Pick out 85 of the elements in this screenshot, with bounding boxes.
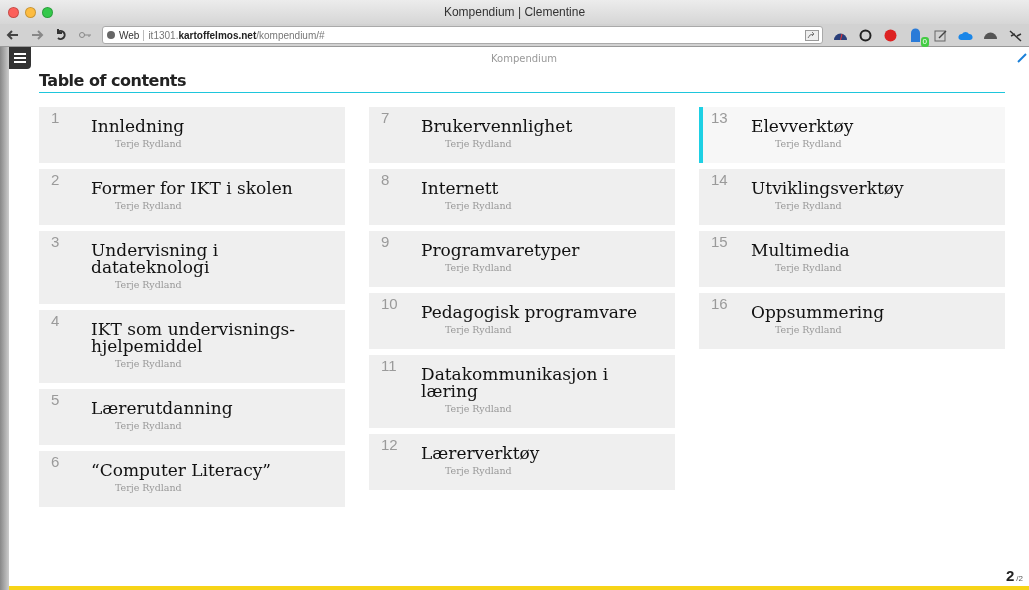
chapter-title: Utviklingsverktøy: [751, 180, 905, 197]
page-header: Kompendium: [491, 52, 557, 64]
chapter-number: 5: [51, 392, 60, 407]
chapter-title: Innledning: [91, 118, 186, 135]
chapter-number: 10: [381, 296, 398, 311]
chapter-card[interactable]: 13 Elevverktøy Terje Rydland: [699, 107, 1005, 163]
chapter-title: Undervisning i datateknologi: [91, 242, 220, 276]
chapter-card[interactable]: 1 Innledning Terje Rydland: [39, 107, 345, 163]
chapter-card[interactable]: 2 Former for IKT i skolen Terje Rydland: [39, 169, 345, 225]
chapter-number: 13: [711, 110, 728, 125]
chapter-card[interactable]: 15 Multimedia Terje Rydland: [699, 231, 1005, 287]
chapter-number: 8: [381, 172, 390, 187]
chapter-author: Terje Rydland: [115, 200, 182, 211]
chapter-card[interactable]: 6 “Computer Literacy” Terje Rydland: [39, 451, 345, 507]
stop-sign-icon[interactable]: [883, 27, 898, 43]
chapter-author: Terje Rydland: [445, 138, 512, 149]
chapter-card[interactable]: 16 Oppsummering Terje Rydland: [699, 293, 1005, 349]
chapter-title: Programvaretyper: [421, 242, 581, 259]
chapter-number: 4: [51, 313, 60, 328]
chapter-number: 15: [711, 234, 728, 249]
chapter-number: 14: [711, 172, 728, 187]
chapter-author: Terje Rydland: [445, 403, 512, 414]
chapter-title: Internett: [421, 180, 500, 197]
chapter-title: Oppsummering: [751, 304, 886, 321]
address-bar[interactable]: Web it1301.kartoffelmos.net/kompendium/#: [102, 26, 823, 44]
page-total: /2: [1016, 574, 1023, 583]
share-icon[interactable]: [805, 29, 819, 41]
chapter-card[interactable]: 11 Datakommunikasjon i læring Terje Rydland: [369, 355, 675, 428]
chapter-title: “Computer Literacy”: [91, 462, 272, 479]
chapter-card[interactable]: 12 Lærerverktøy Terje Rydland: [369, 434, 675, 490]
chapter-author: Terje Rydland: [775, 200, 842, 211]
chapter-author: Terje Rydland: [445, 465, 512, 476]
chapter-author: Terje Rydland: [775, 324, 842, 335]
maximize-icon[interactable]: [42, 6, 53, 18]
current-page: 2: [1006, 567, 1015, 584]
chapter-card[interactable]: 4 IKT som undervisnings-hjelpemiddel Terje Rydland: [39, 310, 345, 383]
chapter-card[interactable]: 14 Utviklingsverktøy Terje Rydland: [699, 169, 1005, 225]
contents-heading: Table of contents: [39, 71, 1005, 93]
chapter-title: Lærerutdanning: [91, 400, 234, 417]
chapter-author: Terje Rydland: [445, 262, 512, 273]
chapter-author: Terje Rydland: [115, 358, 182, 369]
chapter-author: Terje Rydland: [775, 262, 842, 273]
chapter-title: Pedagogisk programvare: [421, 304, 639, 321]
url-text: it1301.kartoffelmos.net/kompendium/#: [148, 29, 326, 41]
chapter-author: Terje Rydland: [115, 420, 182, 431]
back-icon[interactable]: [6, 28, 20, 42]
chapter-title: IKT som undervisnings-hjelpemiddel: [91, 321, 297, 355]
chapter-title: Former for IKT i skolen: [91, 180, 294, 197]
menu-button[interactable]: [9, 47, 31, 69]
chapter-author: Terje Rydland: [115, 138, 182, 149]
count-badge: 0: [920, 36, 929, 47]
chapter-card[interactable]: 5 Lærerutdanning Terje Rydland: [39, 389, 345, 445]
minimize-icon[interactable]: [25, 6, 36, 18]
chapter-title: Elevverktøy: [751, 118, 855, 135]
chapter-number: 16: [711, 296, 728, 311]
chapter-number: 7: [381, 110, 390, 125]
chapter-author: Terje Rydland: [445, 200, 512, 211]
chapter-card[interactable]: 10 Pedagogisk programvare Terje Rydland: [369, 293, 675, 349]
chapter-title: Multimedia: [751, 242, 851, 259]
chapter-author: Terje Rydland: [115, 482, 182, 493]
close-icon[interactable]: [8, 6, 19, 18]
chapter-author: Terje Rydland: [115, 279, 182, 290]
chapter-author: Terje Rydland: [775, 138, 842, 149]
pen-icon[interactable]: [1017, 53, 1027, 63]
chapter-number: 6: [51, 454, 60, 469]
chapter-title: Datakommunikasjon i læring: [421, 366, 610, 400]
chapter-number: 11: [381, 358, 397, 373]
chapter-number: 9: [381, 234, 390, 249]
chapter-card[interactable]: 9 Programvaretyper Terje Rydland: [369, 231, 675, 287]
menu-icon: [14, 53, 26, 63]
chapter-author: Terje Rydland: [445, 324, 512, 335]
chapter-number: 3: [51, 234, 60, 249]
chapter-number: 2: [51, 172, 60, 187]
reload-icon[interactable]: [54, 28, 68, 42]
window-title: Kompendium | Clementine: [442, 5, 587, 19]
chapter-title: Lærerverktøy: [421, 445, 541, 462]
chapter-card[interactable]: 3 Undervisning i datateknologi Terje Rydland: [39, 231, 345, 304]
chapter-number: 12: [381, 437, 398, 452]
chapter-number: 1: [51, 110, 60, 125]
chapter-card[interactable]: 7 Brukervennlighet Terje Rydland: [369, 107, 675, 163]
chapter-card[interactable]: 8 Internett Terje Rydland: [369, 169, 675, 225]
edit-icon[interactable]: [933, 27, 948, 43]
forward-icon[interactable]: [30, 28, 44, 42]
site-chip[interactable]: Web: [106, 29, 145, 41]
chapter-title: Brukervennlighet: [421, 118, 574, 135]
